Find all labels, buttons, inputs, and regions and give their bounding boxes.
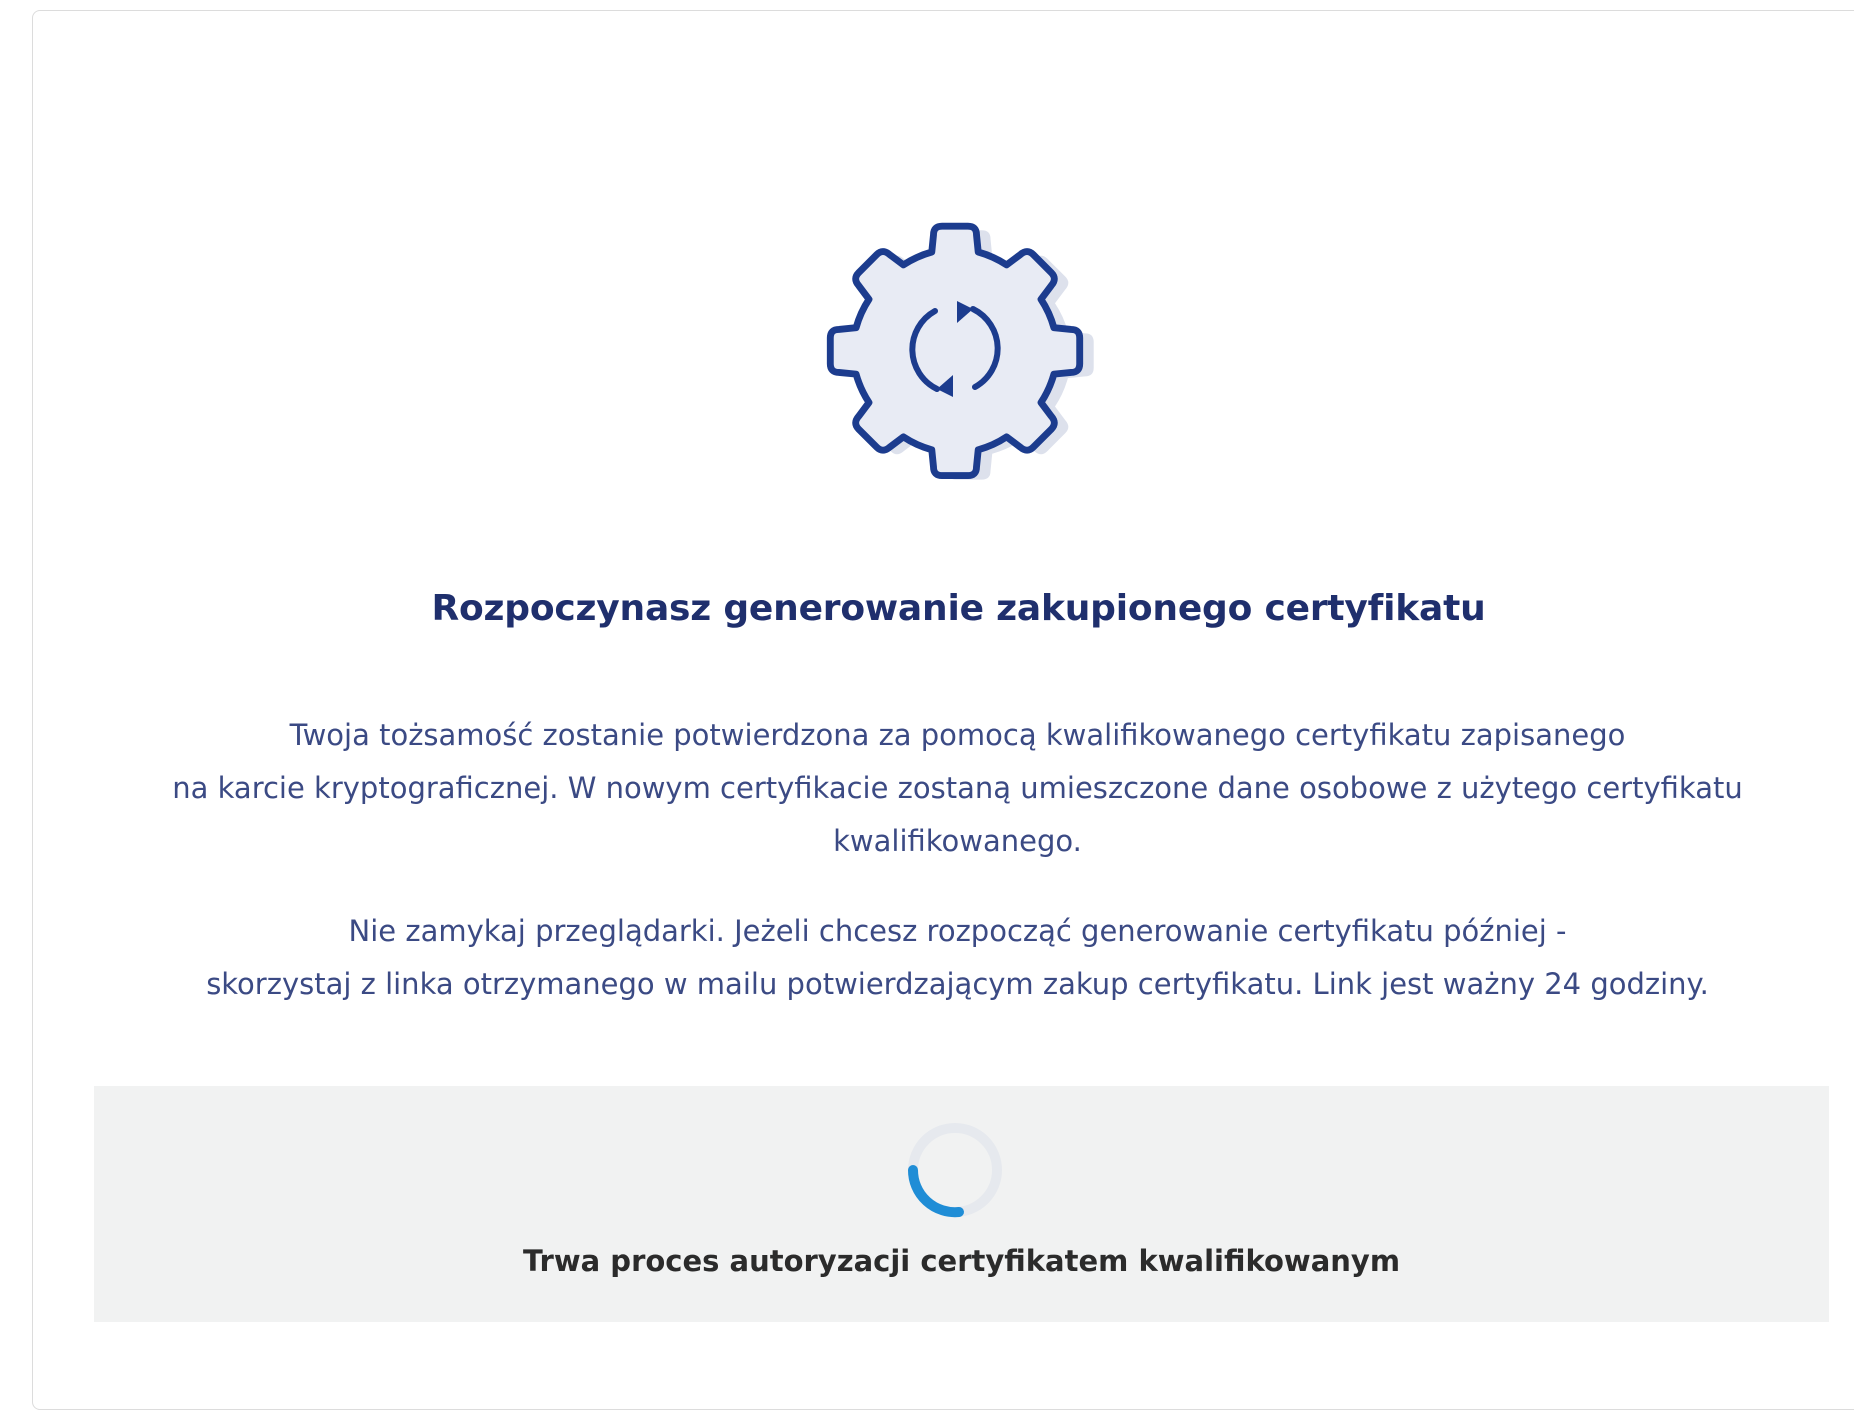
status-message: Trwa proces autoryzacji certyfikatem kwa…	[522, 1244, 1401, 1278]
gear-body	[826, 222, 1084, 480]
info-line: Twoja tożsamość zostanie potwierdzona za…	[289, 718, 1626, 752]
identity-info-text: Twoja tożsamość zostanie potwierdzona za…	[150, 709, 1765, 868]
loading-spinner-icon	[907, 1123, 1002, 1218]
info-line: skorzystaj z linka otrzymanego w mailu p…	[206, 967, 1709, 1001]
info-line: Nie zamykaj przeglądarki. Jeżeli chcesz …	[348, 914, 1567, 948]
info-line: kwalifikowanego.	[833, 824, 1082, 858]
browser-warning-text: Nie zamykaj przeglądarki. Jeżeli chcesz …	[150, 905, 1765, 1011]
info-line: na karcie kryptograficznej. W nowym cert…	[172, 771, 1743, 805]
gear-refresh-icon	[826, 222, 1094, 480]
page-title: Rozpoczynasz generowanie zakupionego cer…	[431, 588, 1486, 629]
